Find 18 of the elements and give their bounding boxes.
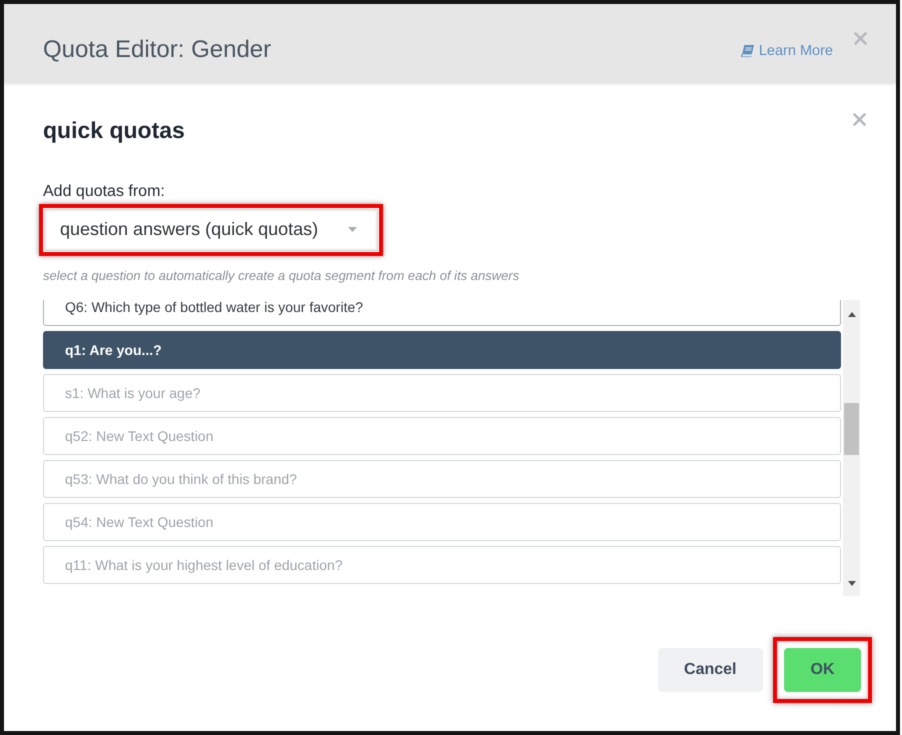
- book-icon: [740, 45, 754, 57]
- learn-more-link[interactable]: Learn More: [740, 42, 833, 60]
- scroll-down-icon[interactable]: [848, 580, 856, 586]
- question-item[interactable]: q1: Are you...?: [43, 330, 841, 368]
- close-icon[interactable]: [853, 113, 866, 126]
- hint-text: select a question to automatically create a quota segment from each of its answers: [43, 268, 520, 284]
- scrollbar-thumb[interactable]: [844, 402, 859, 454]
- cancel-button[interactable]: Cancel: [658, 648, 763, 692]
- close-icon[interactable]: [854, 32, 867, 45]
- source-dropdown[interactable]: question answers (quick quotas): [44, 208, 378, 250]
- scrollbar[interactable]: [843, 300, 860, 596]
- ok-button[interactable]: OK: [784, 648, 861, 692]
- panel-title: quick quotas: [43, 116, 186, 144]
- scroll-up-icon[interactable]: [848, 312, 856, 316]
- caret-icon: [348, 227, 357, 232]
- question-item[interactable]: Q6: Which type of bottled water is your favorite?: [43, 300, 841, 326]
- dialog-title: Quota Editor: Gender: [43, 36, 272, 64]
- field-label: Add quotas from:: [43, 182, 166, 200]
